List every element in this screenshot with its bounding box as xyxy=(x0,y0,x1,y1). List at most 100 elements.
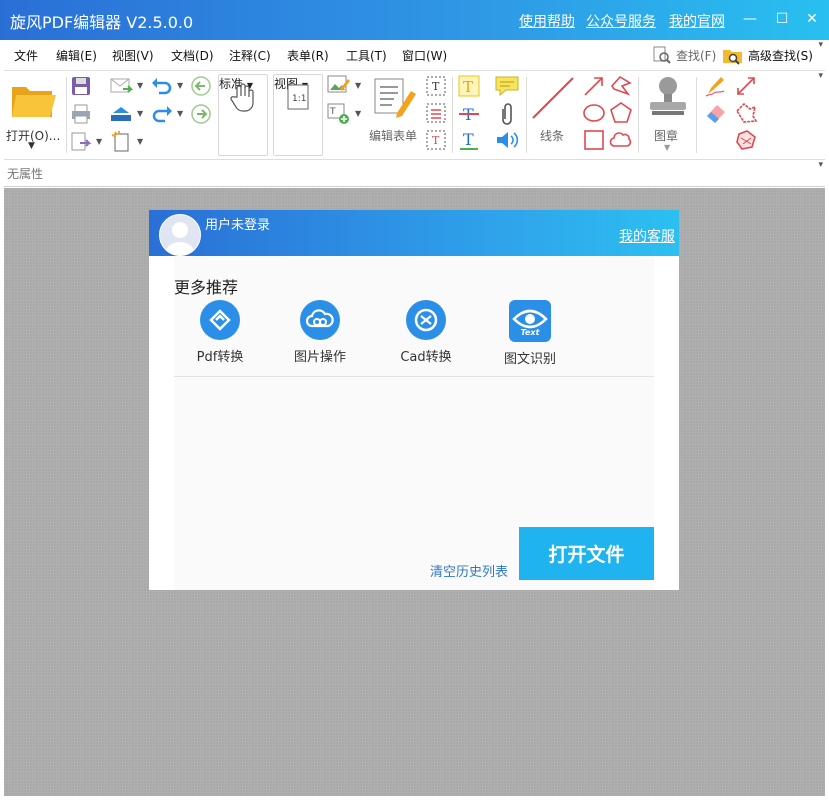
polygon-icon[interactable] xyxy=(609,101,633,125)
menu-form[interactable]: 表单(R) xyxy=(287,47,329,64)
panel-body: 更多推荐 Pdf转换 图片操作 Cad转换 Text 图文识别 清空历史列表 打… xyxy=(174,256,654,590)
menu-document[interactable]: 文档(D) xyxy=(171,47,214,64)
maximize-button[interactable]: ☐ xyxy=(770,8,794,30)
menu-view[interactable]: 视图(V) xyxy=(112,47,154,64)
rectangle-icon[interactable] xyxy=(582,128,606,152)
edit-image-dropdown-icon[interactable]: ▼ xyxy=(355,81,361,90)
cloud-icon[interactable] xyxy=(609,128,633,152)
divider xyxy=(174,376,654,377)
text-field-tool-icon[interactable]: T xyxy=(424,74,448,98)
ocr-eye-icon: Text xyxy=(509,300,551,342)
strikethrough-text-icon[interactable]: T xyxy=(457,101,481,125)
save-icon[interactable] xyxy=(70,75,92,97)
open-file-button[interactable]: 打开文件 xyxy=(519,527,654,580)
undo-icon[interactable] xyxy=(150,75,174,97)
area-icon[interactable] xyxy=(734,128,758,152)
collapse-property-icon[interactable]: ▾ xyxy=(818,160,823,170)
panel-header: 用户未登录 我的客服 xyxy=(149,210,679,256)
edit-form-label: 编辑表单 xyxy=(369,129,418,143)
ellipse-icon[interactable] xyxy=(582,101,606,125)
stamp-tool-button[interactable]: 图章 ▼ xyxy=(642,73,692,155)
polyline-icon[interactable] xyxy=(609,74,633,98)
previous-page-icon[interactable] xyxy=(190,75,212,97)
help-link[interactable]: 使用帮助 xyxy=(519,11,575,31)
ocr-badge: Text xyxy=(520,328,540,337)
standard-tool-button[interactable]: 标准 ▼ xyxy=(218,74,268,156)
menu-window[interactable]: 窗口(W) xyxy=(402,47,447,64)
export-doc-icon[interactable] xyxy=(70,131,92,153)
stamp-icon xyxy=(650,77,686,115)
customer-service-link[interactable]: 我的客服 xyxy=(619,226,675,246)
rec-image-operation[interactable]: 图片操作 xyxy=(280,300,360,365)
email-icon[interactable] xyxy=(109,75,133,97)
comment-note-icon[interactable] xyxy=(494,74,520,98)
rec-cad-convert[interactable]: Cad转换 xyxy=(386,300,466,365)
menu-file[interactable]: 文件 xyxy=(14,47,38,64)
minimize-button[interactable]: — xyxy=(738,8,762,30)
property-label: 无属性 xyxy=(7,167,44,181)
lines-tool-button[interactable]: 线条 xyxy=(528,73,578,155)
eraser-icon[interactable] xyxy=(704,101,728,125)
text-box-tool-icon[interactable]: T xyxy=(424,128,448,152)
clear-history-link[interactable]: 清空历史列表 xyxy=(430,561,508,580)
menu-tools[interactable]: 工具(T) xyxy=(346,47,387,64)
rec-pdf-convert[interactable]: Pdf转换 xyxy=(180,300,260,365)
toolbar-separator xyxy=(696,77,697,153)
open-button[interactable]: 打开(O)... ▼ xyxy=(6,75,62,155)
print-icon[interactable] xyxy=(70,103,92,125)
underline-text-icon[interactable]: T xyxy=(457,128,481,152)
toolbar-separator xyxy=(526,77,527,153)
new-document-icon[interactable] xyxy=(109,129,133,153)
website-link[interactable]: 我的官网 xyxy=(669,11,725,31)
menu-bar: 文件 编辑(E) 视图(V) 文档(D) 注释(C) 表单(R) 工具(T) 窗… xyxy=(4,40,825,71)
typewriter-icon[interactable]: T xyxy=(457,74,481,98)
menu-annotate[interactable]: 注释(C) xyxy=(229,47,271,64)
collapse-toolbar-icon[interactable]: ▾ xyxy=(818,71,823,81)
scan-icon[interactable] xyxy=(109,103,133,125)
rec-label: Cad转换 xyxy=(400,350,452,365)
arrow-icon[interactable] xyxy=(582,74,606,98)
sound-icon[interactable] xyxy=(494,128,520,152)
official-account-link[interactable]: 公众号服务 xyxy=(586,11,656,31)
scan-dropdown-icon[interactable]: ▼ xyxy=(137,109,143,118)
pencil-icon[interactable] xyxy=(704,74,728,98)
lines-label: 线条 xyxy=(540,129,565,143)
rec-ocr[interactable]: Text 图文识别 xyxy=(490,300,570,367)
undo-dropdown-icon[interactable]: ▼ xyxy=(177,81,183,90)
find-button[interactable]: 查找(F) xyxy=(652,45,716,65)
next-page-icon[interactable] xyxy=(190,103,212,125)
add-image-dropdown-icon[interactable]: ▼ xyxy=(355,109,361,118)
redo-icon[interactable] xyxy=(150,103,174,125)
find-label: 查找(F) xyxy=(676,48,717,63)
list-field-tool-icon[interactable] xyxy=(424,101,448,125)
edit-image-icon[interactable] xyxy=(326,73,352,97)
collapse-menu-icon[interactable]: ▾ xyxy=(818,40,823,50)
menu-edit[interactable]: 编辑(E) xyxy=(56,47,97,64)
attachment-icon[interactable] xyxy=(497,101,517,127)
close-button[interactable]: ✕ xyxy=(800,8,824,30)
rec-label: 图文识别 xyxy=(503,352,556,367)
svg-text:T: T xyxy=(463,130,474,149)
new-dropdown-icon[interactable]: ▼ xyxy=(137,137,143,146)
distance-icon[interactable] xyxy=(734,74,758,98)
start-panel: 用户未登录 我的客服 更多推荐 Pdf转换 图片操作 Cad转换 Text 图文… xyxy=(149,210,679,590)
stamp-dropdown-icon: ▼ xyxy=(664,143,671,152)
add-image-icon[interactable]: T xyxy=(326,101,352,125)
perimeter-icon[interactable] xyxy=(734,101,758,125)
export-dropdown-icon[interactable]: ▼ xyxy=(96,137,102,146)
toolbar: 打开(O)... ▼ ▼ ▼ ▼ ▼ ▼ ▼ 标准 ▼ 1:1 视图 ▼ T ▼… xyxy=(4,71,825,160)
svg-text:1:1: 1:1 xyxy=(292,94,306,104)
redo-dropdown-icon[interactable]: ▼ xyxy=(177,109,183,118)
edit-form-button[interactable]: 编辑表单 xyxy=(367,73,423,155)
svg-text:T: T xyxy=(432,80,440,93)
recommendations-title: 更多推荐 xyxy=(174,278,239,297)
stamp-label: 图章 xyxy=(654,129,679,143)
rec-label: 图片操作 xyxy=(293,350,346,365)
actual-size-icon: 1:1 xyxy=(287,84,309,110)
avatar[interactable] xyxy=(159,214,201,256)
cad-convert-icon xyxy=(406,300,446,340)
user-avatar-icon xyxy=(165,222,195,255)
email-dropdown-icon[interactable]: ▼ xyxy=(137,81,143,90)
view-tool-button[interactable]: 1:1 视图 ▼ xyxy=(273,74,323,156)
advanced-find-button[interactable]: 高级查找(S) xyxy=(722,45,813,65)
